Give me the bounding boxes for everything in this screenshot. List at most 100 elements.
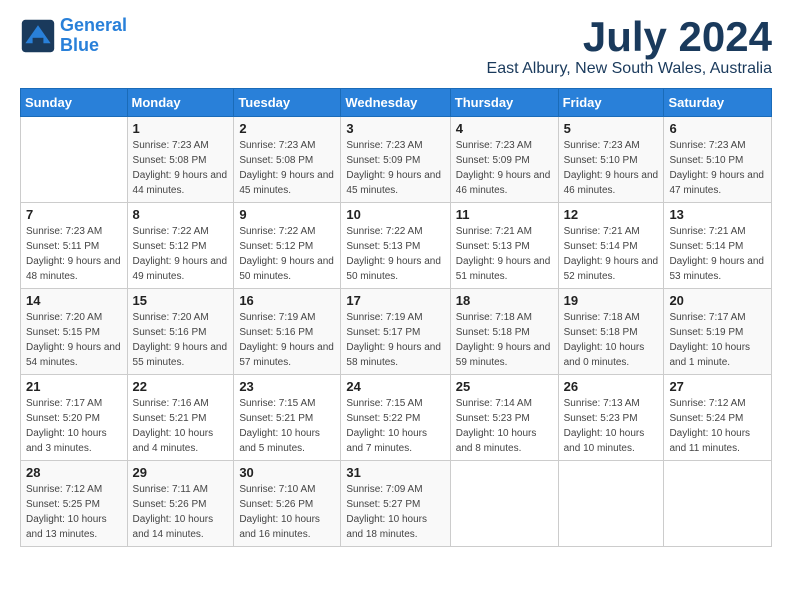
day-info: Sunrise: 7:20 AMSunset: 5:16 PMDaylight:… <box>133 310 229 370</box>
day-number: 19 <box>564 293 659 308</box>
calendar-cell <box>664 461 772 547</box>
day-number: 29 <box>133 465 229 480</box>
calendar-cell: 30 Sunrise: 7:10 AMSunset: 5:26 PMDayligh… <box>234 461 341 547</box>
day-info: Sunrise: 7:23 AMSunset: 5:09 PMDaylight:… <box>456 138 553 198</box>
day-info: Sunrise: 7:22 AMSunset: 5:12 PMDaylight:… <box>239 224 335 284</box>
calendar-cell <box>558 461 664 547</box>
location-title: East Albury, New South Wales, Australia <box>487 60 772 78</box>
day-number: 28 <box>26 465 122 480</box>
calendar-cell: 2 Sunrise: 7:23 AMSunset: 5:08 PMDaylight… <box>234 117 341 203</box>
day-info: Sunrise: 7:11 AMSunset: 5:26 PMDaylight:… <box>133 482 229 542</box>
day-info: Sunrise: 7:18 AMSunset: 5:18 PMDaylight:… <box>564 310 659 370</box>
calendar-cell: 17 Sunrise: 7:19 AMSunset: 5:17 PMDayligh… <box>341 289 450 375</box>
calendar-week-row: 21 Sunrise: 7:17 AMSunset: 5:20 PMDayligh… <box>21 375 772 461</box>
day-info: Sunrise: 7:19 AMSunset: 5:17 PMDaylight:… <box>346 310 444 370</box>
day-info: Sunrise: 7:21 AMSunset: 5:13 PMDaylight:… <box>456 224 553 284</box>
calendar-cell: 26 Sunrise: 7:13 AMSunset: 5:23 PMDayligh… <box>558 375 664 461</box>
day-number: 15 <box>133 293 229 308</box>
logo-text: General Blue <box>60 16 127 56</box>
day-info: Sunrise: 7:23 AMSunset: 5:10 PMDaylight:… <box>669 138 766 198</box>
day-info: Sunrise: 7:15 AMSunset: 5:21 PMDaylight:… <box>239 396 335 456</box>
calendar-cell: 15 Sunrise: 7:20 AMSunset: 5:16 PMDayligh… <box>127 289 234 375</box>
day-info: Sunrise: 7:22 AMSunset: 5:12 PMDaylight:… <box>133 224 229 284</box>
day-number: 14 <box>26 293 122 308</box>
day-number: 21 <box>26 379 122 394</box>
day-number: 2 <box>239 121 335 136</box>
day-number: 4 <box>456 121 553 136</box>
month-title: July 2024 <box>487 16 772 58</box>
calendar-cell <box>21 117 128 203</box>
calendar-cell: 9 Sunrise: 7:22 AMSunset: 5:12 PMDaylight… <box>234 203 341 289</box>
calendar-cell: 27Sunrise: 7:12 AMSunset: 5:24 PMDayligh… <box>664 375 772 461</box>
calendar-cell: 11Sunrise: 7:21 AMSunset: 5:13 PMDayligh… <box>450 203 558 289</box>
calendar-table: SundayMondayTuesdayWednesdayThursdayFrid… <box>20 88 772 547</box>
calendar-cell: 19 Sunrise: 7:18 AMSunset: 5:18 PMDayligh… <box>558 289 664 375</box>
day-info: Sunrise: 7:23 AMSunset: 5:09 PMDaylight:… <box>346 138 444 198</box>
day-info: Sunrise: 7:23 AMSunset: 5:10 PMDaylight:… <box>564 138 659 198</box>
calendar-week-row: 28 Sunrise: 7:12 AMSunset: 5:25 PMDayligh… <box>21 461 772 547</box>
calendar-cell <box>450 461 558 547</box>
day-number: 10 <box>346 207 444 222</box>
day-info: Sunrise: 7:16 AMSunset: 5:21 PMDaylight:… <box>133 396 229 456</box>
calendar-cell: 8 Sunrise: 7:22 AMSunset: 5:12 PMDaylight… <box>127 203 234 289</box>
day-number: 1 <box>133 121 229 136</box>
title-section: July 2024 East Albury, New South Wales, … <box>487 16 772 78</box>
calendar-cell: 18 Sunrise: 7:18 AMSunset: 5:18 PMDayligh… <box>450 289 558 375</box>
calendar-cell: 20 Sunrise: 7:17 AMSunset: 5:19 PMDayligh… <box>664 289 772 375</box>
calendar-cell: 24 Sunrise: 7:15 AMSunset: 5:22 PMDayligh… <box>341 375 450 461</box>
day-number: 6 <box>669 121 766 136</box>
weekday-header: Monday <box>127 89 234 117</box>
day-number: 25 <box>456 379 553 394</box>
calendar-cell: 28 Sunrise: 7:12 AMSunset: 5:25 PMDayligh… <box>21 461 128 547</box>
day-number: 17 <box>346 293 444 308</box>
day-number: 9 <box>239 207 335 222</box>
day-info: Sunrise: 7:12 AMSunset: 5:24 PMDaylight:… <box>669 396 766 456</box>
calendar-cell: 13Sunrise: 7:21 AMSunset: 5:14 PMDayligh… <box>664 203 772 289</box>
calendar-cell: 6 Sunrise: 7:23 AMSunset: 5:10 PMDaylight… <box>664 117 772 203</box>
day-number: 12 <box>564 207 659 222</box>
weekday-header: Tuesday <box>234 89 341 117</box>
calendar-cell: 4 Sunrise: 7:23 AMSunset: 5:09 PMDaylight… <box>450 117 558 203</box>
calendar-cell: 31Sunrise: 7:09 AMSunset: 5:27 PMDayligh… <box>341 461 450 547</box>
day-info: Sunrise: 7:14 AMSunset: 5:23 PMDaylight:… <box>456 396 553 456</box>
day-number: 20 <box>669 293 766 308</box>
weekday-header: Wednesday <box>341 89 450 117</box>
logo: General Blue <box>20 16 127 56</box>
calendar-cell: 21 Sunrise: 7:17 AMSunset: 5:20 PMDayligh… <box>21 375 128 461</box>
day-number: 30 <box>239 465 335 480</box>
day-info: Sunrise: 7:15 AMSunset: 5:22 PMDaylight:… <box>346 396 444 456</box>
calendar-cell: 14Sunrise: 7:20 AMSunset: 5:15 PMDayligh… <box>21 289 128 375</box>
day-number: 3 <box>346 121 444 136</box>
day-info: Sunrise: 7:17 AMSunset: 5:20 PMDaylight:… <box>26 396 122 456</box>
day-info: Sunrise: 7:23 AMSunset: 5:08 PMDaylight:… <box>239 138 335 198</box>
day-info: Sunrise: 7:13 AMSunset: 5:23 PMDaylight:… <box>564 396 659 456</box>
day-number: 13 <box>669 207 766 222</box>
day-info: Sunrise: 7:23 AMSunset: 5:11 PMDaylight:… <box>26 224 122 284</box>
day-number: 24 <box>346 379 444 394</box>
day-number: 31 <box>346 465 444 480</box>
day-number: 22 <box>133 379 229 394</box>
calendar-week-row: 14Sunrise: 7:20 AMSunset: 5:15 PMDayligh… <box>21 289 772 375</box>
calendar-cell: 23Sunrise: 7:15 AMSunset: 5:21 PMDayligh… <box>234 375 341 461</box>
day-number: 26 <box>564 379 659 394</box>
day-number: 18 <box>456 293 553 308</box>
day-number: 5 <box>564 121 659 136</box>
calendar-cell: 22 Sunrise: 7:16 AMSunset: 5:21 PMDayligh… <box>127 375 234 461</box>
day-info: Sunrise: 7:17 AMSunset: 5:19 PMDaylight:… <box>669 310 766 370</box>
day-info: Sunrise: 7:21 AMSunset: 5:14 PMDaylight:… <box>564 224 659 284</box>
calendar-cell: 5 Sunrise: 7:23 AMSunset: 5:10 PMDaylight… <box>558 117 664 203</box>
calendar-cell: 3 Sunrise: 7:23 AMSunset: 5:09 PMDaylight… <box>341 117 450 203</box>
calendar-cell: 12 Sunrise: 7:21 AMSunset: 5:14 PMDayligh… <box>558 203 664 289</box>
day-number: 16 <box>239 293 335 308</box>
weekday-header: Saturday <box>664 89 772 117</box>
calendar-cell: 25 Sunrise: 7:14 AMSunset: 5:23 PMDayligh… <box>450 375 558 461</box>
calendar-cell: 7 Sunrise: 7:23 AMSunset: 5:11 PMDaylight… <box>21 203 128 289</box>
day-number: 8 <box>133 207 229 222</box>
calendar-cell: 1Sunrise: 7:23 AMSunset: 5:08 PMDaylight… <box>127 117 234 203</box>
day-info: Sunrise: 7:10 AMSunset: 5:26 PMDaylight:… <box>239 482 335 542</box>
day-info: Sunrise: 7:18 AMSunset: 5:18 PMDaylight:… <box>456 310 553 370</box>
day-info: Sunrise: 7:12 AMSunset: 5:25 PMDaylight:… <box>26 482 122 542</box>
weekday-header: Sunday <box>21 89 128 117</box>
day-number: 7 <box>26 207 122 222</box>
calendar-week-row: 1 Sunrise: 7:23 AMSunset: 5:08 PMDaylight… <box>21 117 772 203</box>
